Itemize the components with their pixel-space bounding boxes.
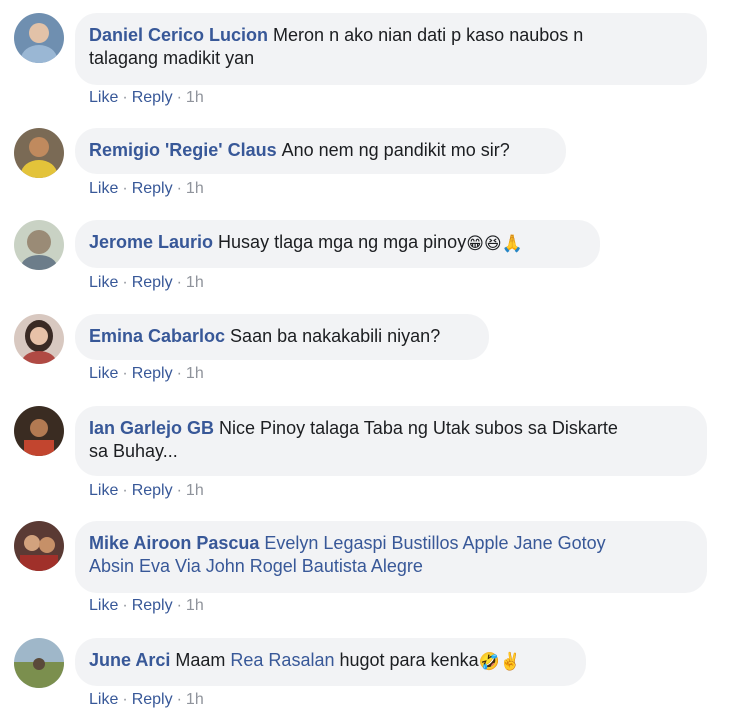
separator: ·: [176, 691, 182, 708]
reply-button[interactable]: Reply: [132, 482, 173, 499]
timestamp[interactable]: 1h: [186, 89, 204, 106]
avatar[interactable]: [14, 638, 64, 688]
separator: ·: [122, 365, 128, 382]
comment-author-link[interactable]: June Arci: [89, 650, 170, 670]
timestamp[interactable]: 1h: [186, 180, 204, 197]
like-button[interactable]: Like: [89, 89, 118, 106]
timestamp[interactable]: 1h: [186, 365, 204, 382]
comment-text: hugot para kenka: [339, 650, 479, 670]
comment-author-link[interactable]: Emina Cabarloc: [89, 326, 225, 346]
separator: ·: [122, 482, 128, 499]
reply-button[interactable]: Reply: [132, 274, 173, 291]
comment-actions: Like · Reply · 1h: [89, 89, 204, 107]
avatar[interactable]: [14, 314, 64, 364]
victory-hand-emoji-icon: ✌️: [499, 652, 521, 671]
reply-button[interactable]: Reply: [132, 89, 173, 106]
comment-actions: Like · Reply · 1h: [89, 482, 204, 500]
grin-emoji-icon: 😁: [466, 234, 484, 253]
comment-text: Husay tlaga mga ng mga pinoy: [218, 232, 467, 252]
timestamp[interactable]: 1h: [186, 597, 204, 614]
comment-actions: Like · Reply · 1h: [89, 691, 204, 709]
mention-link[interactable]: Rea Rasalan: [230, 650, 334, 670]
comment-bubble: Emina Cabarloc Saan ba nakakabili niyan?: [75, 314, 489, 360]
separator: ·: [122, 274, 128, 291]
comment-bubble: June Arci Maam Rea Rasalan hugot para ken…: [75, 638, 586, 686]
separator: ·: [176, 597, 182, 614]
like-button[interactable]: Like: [89, 691, 118, 708]
timestamp[interactable]: 1h: [186, 274, 204, 291]
comment-text: talagang madikit yan: [89, 48, 255, 68]
comment-text: Saan ba nakakabili niyan?: [230, 326, 441, 346]
avatar[interactable]: [14, 521, 64, 571]
mention-link[interactable]: Evelyn Legaspi Bustillos Apple Jane Goto…: [264, 533, 605, 553]
timestamp[interactable]: 1h: [186, 691, 204, 708]
separator: ·: [176, 365, 182, 382]
comment-text: Ano nem ng pandikit mo sir?: [281, 140, 510, 160]
comment-actions: Like · Reply · 1h: [89, 365, 204, 383]
rofl-emoji-icon: 🤣: [478, 652, 500, 671]
like-button[interactable]: Like: [89, 365, 118, 382]
separator: ·: [176, 274, 182, 291]
comment-bubble: Remigio 'Regie' Claus Ano nem ng pandikit…: [75, 128, 566, 174]
separator: ·: [122, 180, 128, 197]
comment-author-link[interactable]: Daniel Cerico Lucion: [89, 25, 268, 45]
like-button[interactable]: Like: [89, 180, 118, 197]
mention-link[interactable]: Absin Eva Via John Rogel Bautista Alegre: [89, 556, 423, 576]
comment-bubble: Mike Airoon Pascua Evelyn Legaspi Bustill…: [75, 521, 707, 593]
avatar[interactable]: [14, 220, 64, 270]
comment-bubble: Daniel Cerico Lucion Meron n ako nian dat…: [75, 13, 707, 85]
separator: ·: [176, 180, 182, 197]
comment-author-link[interactable]: Remigio 'Regie' Claus: [89, 140, 277, 160]
comment-author-link[interactable]: Mike Airoon Pascua: [89, 533, 259, 553]
separator: ·: [176, 482, 182, 499]
timestamp[interactable]: 1h: [186, 482, 204, 499]
separator: ·: [122, 89, 128, 106]
reply-button[interactable]: Reply: [132, 365, 173, 382]
like-button[interactable]: Like: [89, 482, 118, 499]
comment-actions: Like · Reply · 1h: [89, 597, 204, 615]
comment-actions: Like · Reply · 1h: [89, 180, 204, 198]
reply-button[interactable]: Reply: [132, 597, 173, 614]
separator: ·: [122, 691, 128, 708]
separator: ·: [176, 89, 182, 106]
reply-button[interactable]: Reply: [132, 691, 173, 708]
avatar[interactable]: [14, 13, 64, 63]
comment-text: sa Buhay...: [89, 441, 178, 461]
reply-button[interactable]: Reply: [132, 180, 173, 197]
like-button[interactable]: Like: [89, 597, 118, 614]
comment-bubble: Ian Garlejo GB Nice Pinoy talaga Taba ng …: [75, 406, 707, 476]
laughing-emoji-icon: 😆: [483, 234, 502, 253]
like-button[interactable]: Like: [89, 274, 118, 291]
pray-emoji-icon: 🙏: [501, 234, 523, 253]
comment-text: Meron n ako nian dati p kaso naubos n: [273, 25, 584, 45]
comment-bubble: Jerome Laurio Husay tlaga mga ng mga pino…: [75, 220, 600, 268]
comment-author-link[interactable]: Ian Garlejo GB: [89, 418, 214, 438]
comment-text: Maam: [175, 650, 226, 670]
comment-author-link[interactable]: Jerome Laurio: [89, 232, 213, 252]
separator: ·: [122, 597, 128, 614]
comment-text: Nice Pinoy talaga Taba ng Utak subos sa …: [219, 418, 618, 438]
comment-actions: Like · Reply · 1h: [89, 274, 204, 292]
avatar[interactable]: [14, 406, 64, 456]
avatar[interactable]: [14, 128, 64, 178]
